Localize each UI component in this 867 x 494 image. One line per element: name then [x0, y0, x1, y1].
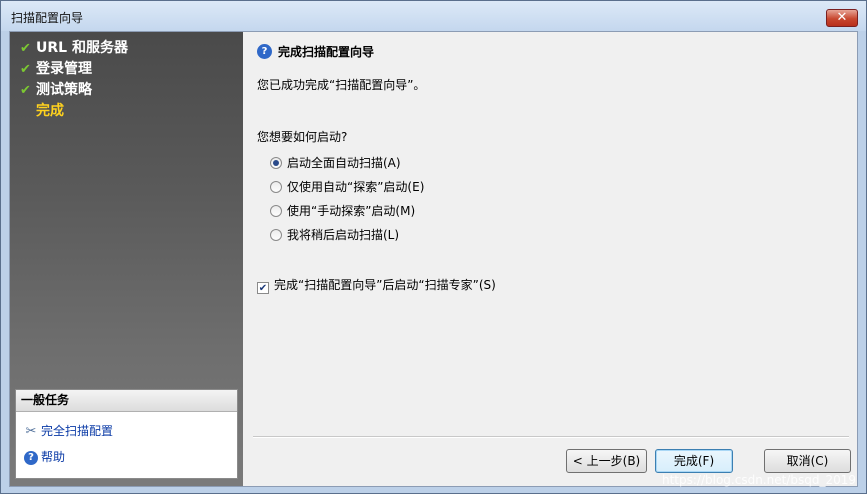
task-help[interactable]: ? 帮助 — [23, 447, 65, 467]
tasks-header: 一般任务 — [16, 390, 237, 412]
help-icon[interactable]: ? — [257, 44, 272, 59]
step-test-policy: ✔ 测试策略 — [20, 80, 92, 100]
close-button[interactable]: ✕ — [826, 9, 858, 27]
watermark: https://blog.csdn.net/bsqd_2019 — [661, 473, 856, 487]
radio-auto-explore[interactable]: 仅使用自动“探索”启动(E) — [270, 178, 424, 196]
radio-manual-explore[interactable]: 使用“手动探索”启动(M) — [270, 202, 415, 220]
window-title: 扫描配置向导 — [11, 11, 84, 25]
start-question: 您想要如何启动? — [257, 130, 348, 144]
title-bar[interactable]: 扫描配置向导 ✕ — [1, 1, 866, 31]
general-tasks-panel: 一般任务 ✂ 完全扫描配置 ? 帮助 — [15, 389, 238, 479]
button-separator — [253, 436, 849, 438]
finish-button[interactable]: 完成(F) — [655, 449, 733, 473]
radio-button[interactable] — [270, 157, 282, 169]
success-message: 您已成功完成“扫描配置向导”。 — [257, 78, 426, 92]
check-icon: ✔ — [20, 62, 31, 77]
steps-sidebar: ✔ URL 和服务器 ✔ 登录管理 ✔ 测试策略 完成 一般任务 ✂ 完全扫描配置 ? 帮… — [10, 32, 243, 486]
radio-start-later[interactable]: 我将稍后启动扫描(L) — [270, 226, 399, 244]
radio-label: 仅使用自动“探索”启动(E) — [287, 180, 425, 194]
radio-button[interactable] — [270, 181, 282, 193]
radio-button[interactable] — [270, 205, 282, 217]
task-full-scan-config[interactable]: ✂ 完全扫描配置 — [23, 421, 113, 441]
step-login-management: ✔ 登录管理 — [20, 59, 92, 79]
client-area: ✔ URL 和服务器 ✔ 登录管理 ✔ 测试策略 完成 一般任务 ✂ 完全扫描配置 ? 帮… — [9, 31, 858, 487]
check-icon: ✔ — [20, 83, 31, 98]
radio-label: 启动全面自动扫描(A) — [287, 156, 401, 170]
wizard-window: 扫描配置向导 ✕ ✔ URL 和服务器 ✔ 登录管理 ✔ 测试策略 完成 一般任务 ✂… — [0, 0, 867, 494]
step-label: URL 和服务器 — [36, 40, 128, 56]
content-panel: ? 完成扫描配置向导 您已成功完成“扫描配置向导”。 您想要如何启动? 启动全面… — [243, 32, 857, 486]
page-title: 完成扫描配置向导 — [278, 45, 375, 59]
step-label: 测试策略 — [36, 82, 92, 98]
launch-scan-expert-checkbox[interactable]: ✔ — [257, 282, 269, 294]
step-label: 登录管理 — [36, 61, 92, 77]
step-url-server: ✔ URL 和服务器 — [20, 38, 128, 58]
help-icon: ? — [24, 450, 38, 465]
launch-scan-expert-checkbox-row[interactable]: ✔ 完成“扫描配置向导”后启动“扫描专家”(S) — [257, 276, 496, 294]
check-icon: ✔ — [20, 41, 31, 56]
task-label: 完全扫描配置 — [41, 424, 114, 438]
back-button[interactable]: < 上一步(B) — [566, 449, 647, 473]
radio-label: 我将稍后启动扫描(L) — [287, 228, 400, 242]
radio-label: 使用“手动探索”启动(M) — [287, 204, 416, 218]
radio-full-auto-scan[interactable]: 启动全面自动扫描(A) — [270, 154, 401, 172]
tools-icon: ✂ — [25, 424, 37, 439]
step-finish: 完成 — [20, 101, 64, 121]
step-label: 完成 — [36, 103, 64, 119]
cancel-button[interactable]: 取消(C) — [764, 449, 851, 473]
checkbox-label: 完成“扫描配置向导”后启动“扫描专家”(S) — [274, 278, 496, 292]
radio-button[interactable] — [270, 229, 282, 241]
task-label: 帮助 — [41, 450, 66, 464]
